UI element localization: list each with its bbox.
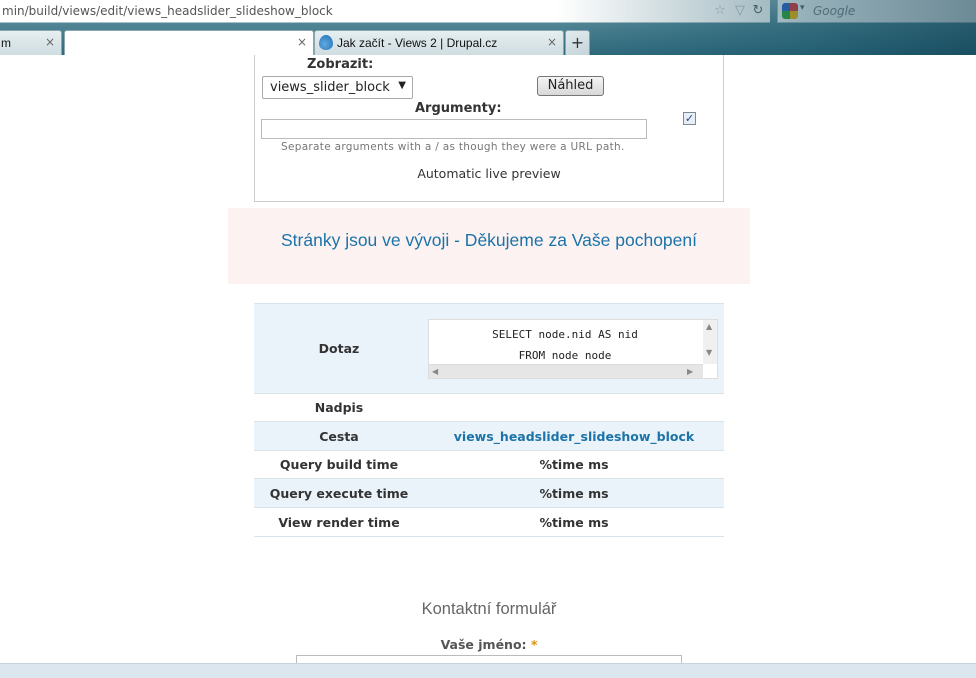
display-select[interactable]: views_slider_block ▼ [262, 76, 413, 99]
history-dropdown-icon[interactable]: ▽ [732, 3, 748, 19]
table-row: Nadpis [254, 393, 724, 422]
horizontal-scrollbar[interactable]: ◀ ▶ [429, 363, 703, 378]
table-row: Query execute time %time ms [254, 478, 724, 508]
query-info-table: Dotaz SELECT node.nid AS nid FROM node n… [254, 303, 724, 537]
table-row: Cesta views_headslider_slideshow_block [254, 421, 724, 451]
name-label-text: Vaše jméno: [440, 637, 527, 652]
search-box[interactable]: Google [777, 0, 976, 23]
row-value: SELECT node.nid AS nid FROM node node ▲ … [424, 303, 724, 394]
row-key: Query execute time [254, 478, 424, 508]
required-marker: * [530, 637, 538, 652]
close-icon[interactable]: × [547, 35, 557, 49]
query-box[interactable]: SELECT node.nid AS nid FROM node node ▲ … [428, 318, 718, 379]
bookmark-star-icon[interactable]: ☆ [712, 3, 728, 19]
path-link[interactable]: views_headslider_slideshow_block [454, 429, 694, 444]
row-value: %time ms [424, 450, 724, 479]
query-line: SELECT node.nid AS nid [492, 327, 638, 341]
new-tab-button[interactable]: + [565, 30, 590, 55]
vertical-scrollbar[interactable]: ▲ ▼ [703, 319, 717, 364]
tab-current[interactable]: × [64, 30, 314, 55]
tab-label: m [1, 36, 11, 50]
auto-preview-label: Automatic live preview [417, 166, 561, 181]
close-icon[interactable]: × [45, 35, 55, 49]
scroll-up-icon[interactable]: ▲ [706, 322, 712, 331]
development-banner: Stránky jsou ve vývoji - Děkujeme za Vaš… [228, 208, 750, 284]
row-value [424, 393, 724, 422]
chevron-down-icon: ▼ [398, 80, 406, 91]
tab-drupal-cz[interactable]: Jak začít - Views 2 | Drupal.cz × [314, 30, 564, 55]
tab-label: Jak začít - Views 2 | Drupal.cz [337, 36, 498, 50]
tab-previous[interactable]: m × [0, 30, 62, 55]
query-code: SELECT node.nid AS nid FROM node node [429, 324, 701, 366]
row-key: Dotaz [254, 303, 424, 394]
row-key: Nadpis [254, 393, 424, 422]
search-input[interactable]: Google [813, 4, 855, 18]
arguments-input[interactable] [261, 119, 647, 139]
google-engine-icon[interactable] [782, 3, 805, 19]
address-bar[interactable]: min/build/views/edit/views_headslider_sl… [0, 0, 770, 23]
table-row: Dotaz SELECT node.nid AS nid FROM node n… [254, 303, 724, 394]
row-key: View render time [254, 507, 424, 537]
preview-button[interactable]: Náhled [537, 76, 604, 96]
query-line: FROM node node [518, 348, 612, 362]
contact-form-title: Kontaktní formulář [421, 600, 557, 618]
row-key: Cesta [254, 421, 424, 451]
scroll-right-icon[interactable]: ▶ [687, 367, 693, 376]
row-value: %time ms [424, 507, 724, 537]
views-preview-panel: Zobrazit: views_slider_block ▼ Náhled Ar… [254, 55, 724, 202]
scroll-down-icon[interactable]: ▼ [706, 348, 712, 357]
row-key: Query build time [254, 450, 424, 479]
auto-preview-checkbox[interactable]: ✓ [683, 112, 696, 125]
scroll-left-icon[interactable]: ◀ [432, 367, 438, 376]
banner-text: Stránky jsou ve vývoji - Děkujeme za Vaš… [281, 230, 697, 250]
row-value: %time ms [424, 478, 724, 508]
address-bar-url[interactable]: min/build/views/edit/views_headslider_sl… [2, 4, 333, 18]
display-label: Zobrazit: [307, 57, 374, 72]
browser-chrome: min/build/views/edit/views_headslider_sl… [0, 0, 976, 55]
display-select-value: views_slider_block [270, 80, 390, 95]
drupal-icon [319, 35, 333, 50]
table-row: Query build time %time ms [254, 450, 724, 479]
browser-status-bar [0, 663, 976, 678]
name-field-label: Vaše jméno: * [254, 637, 724, 652]
arguments-help: Separate arguments with a / as though th… [281, 141, 625, 153]
arguments-label: Argumenty: [415, 101, 502, 116]
table-row: View render time %time ms [254, 507, 724, 537]
reload-icon[interactable]: ↻ [750, 3, 766, 19]
row-value: views_headslider_slideshow_block [424, 421, 724, 451]
close-icon[interactable]: × [297, 35, 307, 49]
